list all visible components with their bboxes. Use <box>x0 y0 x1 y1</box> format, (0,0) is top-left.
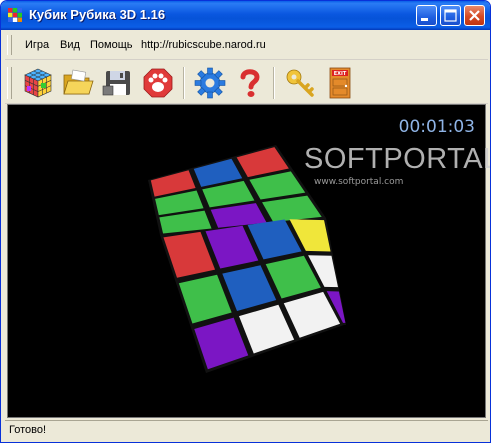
rubik-cube[interactable] <box>8 105 485 417</box>
toolbar: EXIT <box>5 61 488 104</box>
menu-bar: Игра Вид Помощь http://rubicscube.narod.… <box>5 31 488 60</box>
key-button[interactable] <box>283 66 317 100</box>
maximize-button[interactable] <box>440 5 461 26</box>
menu-game[interactable]: Игра <box>25 39 49 51</box>
toolbar-separator <box>273 67 275 99</box>
settings-button[interactable] <box>193 66 227 100</box>
save-button[interactable] <box>101 66 135 100</box>
menu-view[interactable]: Вид <box>60 39 80 51</box>
toolbar-grip[interactable] <box>7 67 12 99</box>
gear-icon <box>194 67 226 99</box>
save-floppy-icon <box>102 71 130 96</box>
menu-help[interactable]: Помощь <box>90 39 133 51</box>
close-button[interactable] <box>464 5 485 26</box>
title-bar[interactable]: Кубик Рубика 3D 1.16 <box>1 1 490 30</box>
exit-label: EXIT <box>334 71 347 77</box>
menu-website-link[interactable]: http://rubicscube.narod.ru <box>141 39 266 51</box>
minimize-button[interactable] <box>416 5 437 26</box>
paw-icon <box>143 68 173 98</box>
window-title: Кубик Рубика 3D 1.16 <box>29 7 166 22</box>
status-bar: Готово! <box>5 420 488 441</box>
app-window: Кубик Рубика 3D 1.16 Игра Вид Помощь htt… <box>0 0 491 443</box>
toolbar-separator <box>183 67 185 99</box>
app-cube-icon <box>8 8 22 22</box>
cube-3d-viewport[interactable]: SOFTPORTAL www.softportal.com 00:01:03 <box>7 104 490 418</box>
paw-button[interactable] <box>141 66 175 100</box>
key-icon <box>286 69 314 97</box>
exit-door-icon: EXIT <box>329 67 351 99</box>
help-icon <box>240 69 260 97</box>
status-text: Готово! <box>9 424 47 436</box>
minimize-icon <box>421 18 428 21</box>
maximize-icon <box>444 9 457 22</box>
exit-button[interactable]: EXIT <box>323 66 357 100</box>
close-icon <box>469 10 480 21</box>
new-game-button[interactable] <box>21 66 55 100</box>
rubik-cube-icon <box>24 68 52 98</box>
open-folder-icon <box>63 69 94 95</box>
open-button[interactable] <box>61 66 95 100</box>
menu-bar-grip[interactable] <box>7 35 12 55</box>
help-button[interactable] <box>233 66 267 100</box>
